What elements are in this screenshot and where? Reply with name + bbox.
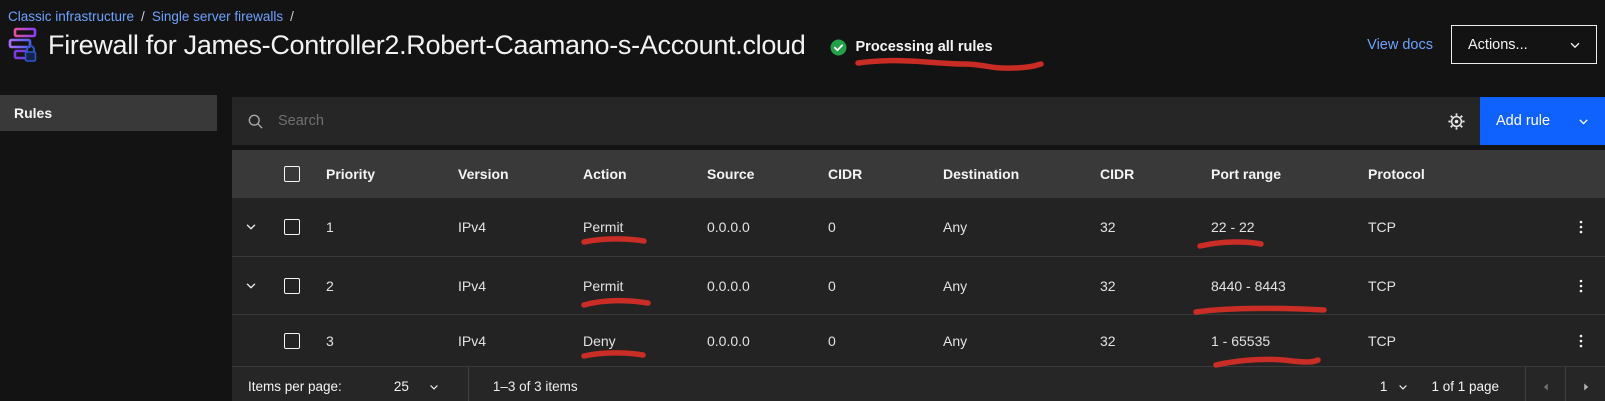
cell-action: Permit (571, 278, 695, 294)
page-header: Firewall for James-Controller2.Robert-Ca… (8, 27, 993, 63)
column-header-destination: Destination (931, 166, 1088, 182)
item-range-text: 1–3 of 3 items (493, 379, 578, 394)
add-rule-label: Add rule (1496, 113, 1550, 129)
firewall-icon (8, 27, 38, 63)
table-row: 2 IPv4 Permit 0.0.0.0 0 Any 32 8440 - 84… (232, 256, 1605, 314)
page-number-select[interactable]: 1 (1380, 379, 1410, 394)
caret-left-icon (1539, 380, 1553, 394)
cell-action: Permit (571, 219, 695, 235)
table-header-row: Priority Version Action Source CIDR Dest… (232, 150, 1605, 198)
rules-table-panel: Add rule Priority Version Action Source … (232, 97, 1605, 401)
cell-dest-cidr: 32 (1088, 333, 1199, 349)
chevron-down-icon (1568, 38, 1582, 52)
cell-protocol: TCP (1356, 219, 1556, 235)
items-per-page-value: 25 (394, 379, 409, 394)
column-header-source: Source (695, 166, 816, 182)
pagination-bar: Items per page: 25 1–3 of 3 items 1 1 of… (232, 366, 1605, 401)
items-per-page-label: Items per page: (248, 379, 342, 394)
column-header-priority: Priority (314, 166, 446, 182)
cell-version: IPv4 (446, 278, 571, 294)
cell-port-range: 1 - 65535 (1199, 333, 1356, 349)
cell-source-cidr: 0 (816, 219, 931, 235)
status-badge: Processing all rules (830, 39, 993, 56)
cell-source-cidr: 0 (816, 278, 931, 294)
check-circle-icon (830, 39, 847, 56)
actions-dropdown[interactable]: Actions... (1451, 25, 1597, 64)
page-title: Firewall for James-Controller2.Robert-Ca… (48, 30, 806, 61)
breadcrumb-link-classic-infrastructure[interactable]: Classic infrastructure (8, 9, 134, 24)
sidebar-item-label: Rules (14, 105, 52, 121)
actions-dropdown-label: Actions... (1468, 37, 1528, 53)
breadcrumb: Classic infrastructure / Single server f… (8, 9, 294, 24)
select-row-checkbox[interactable] (284, 278, 300, 294)
cell-port-range: 8440 - 8443 (1199, 278, 1356, 294)
breadcrumb-separator: / (290, 9, 294, 24)
column-header-protocol: Protocol (1356, 166, 1556, 182)
cell-source: 0.0.0.0 (695, 278, 816, 294)
cell-port-range: 22 - 22 (1199, 219, 1356, 235)
cell-destination: Any (931, 278, 1088, 294)
cell-source: 0.0.0.0 (695, 219, 816, 235)
table-settings-button[interactable] (1432, 97, 1480, 145)
search-icon (247, 113, 264, 130)
expand-row-button[interactable] (232, 220, 270, 234)
cell-source: 0.0.0.0 (695, 333, 816, 349)
chevron-down-icon (244, 279, 258, 293)
sidebar: Rules (0, 95, 217, 131)
cell-protocol: TCP (1356, 278, 1556, 294)
chevron-down-icon (1397, 381, 1409, 393)
cell-protocol: TCP (1356, 333, 1556, 349)
sidebar-item-rules[interactable]: Rules (0, 95, 217, 131)
next-page-button[interactable] (1565, 367, 1605, 401)
chevron-down-icon (244, 220, 258, 234)
cell-destination: Any (931, 333, 1088, 349)
gear-icon (1448, 113, 1465, 130)
breadcrumb-separator: / (141, 9, 145, 24)
table-row: 3 IPv4 Deny 0.0.0.0 0 Any 32 1 - 65535 T… (232, 314, 1605, 366)
row-overflow-menu-button[interactable] (1556, 333, 1605, 349)
status-text: Processing all rules (856, 39, 993, 55)
table-row: 1 IPv4 Permit 0.0.0.0 0 Any 32 22 - 22 T… (232, 198, 1605, 256)
select-row-checkbox[interactable] (284, 333, 300, 349)
search-box[interactable] (232, 97, 1432, 145)
previous-page-button[interactable] (1525, 367, 1565, 401)
column-header-action: Action (571, 166, 695, 182)
view-docs-link[interactable]: View docs (1367, 37, 1433, 53)
caret-right-icon (1579, 380, 1593, 394)
items-per-page-select[interactable]: 25 (394, 379, 440, 394)
column-header-source-cidr: CIDR (816, 166, 931, 182)
column-header-port-range: Port range (1199, 166, 1356, 182)
cell-priority: 3 (314, 333, 446, 349)
chevron-down-icon (428, 381, 440, 393)
search-input[interactable] (278, 113, 678, 129)
select-row-checkbox[interactable] (284, 219, 300, 235)
page-number-value: 1 (1380, 379, 1388, 394)
cell-version: IPv4 (446, 219, 571, 235)
cell-version: IPv4 (446, 333, 571, 349)
row-overflow-menu-button[interactable] (1556, 278, 1605, 294)
cell-source-cidr: 0 (816, 333, 931, 349)
cell-dest-cidr: 32 (1088, 278, 1199, 294)
cell-dest-cidr: 32 (1088, 219, 1199, 235)
chevron-down-icon (1577, 115, 1590, 128)
row-overflow-menu-button[interactable] (1556, 219, 1605, 235)
overflow-menu-icon (1573, 219, 1589, 235)
cell-destination: Any (931, 219, 1088, 235)
add-rule-button[interactable]: Add rule (1480, 97, 1605, 145)
column-header-dest-cidr: CIDR (1088, 166, 1199, 182)
column-header-version: Version (446, 166, 571, 182)
cell-priority: 1 (314, 219, 446, 235)
cell-action: Deny (571, 333, 695, 349)
expand-row-button[interactable] (232, 279, 270, 293)
breadcrumb-link-single-server-firewalls[interactable]: Single server firewalls (152, 9, 283, 24)
table-toolbar: Add rule (232, 97, 1605, 145)
divider (468, 367, 469, 401)
cell-priority: 2 (314, 278, 446, 294)
overflow-menu-icon (1573, 333, 1589, 349)
overflow-menu-icon (1573, 278, 1589, 294)
select-all-checkbox[interactable] (284, 166, 300, 182)
page-count-text: 1 of 1 page (1431, 379, 1499, 394)
